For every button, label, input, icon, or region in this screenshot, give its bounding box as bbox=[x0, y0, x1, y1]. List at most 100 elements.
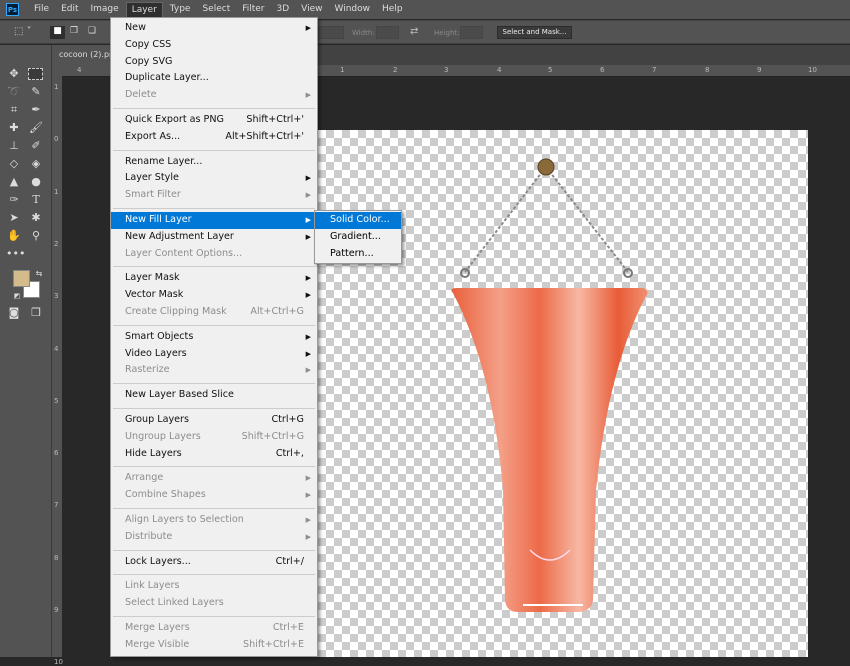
clone-stamp-icon[interactable]: ⊥ bbox=[6, 138, 22, 154]
move-tool-icon[interactable]: ✥ bbox=[6, 66, 22, 82]
menu-item-copy-svg[interactable]: Copy SVG bbox=[111, 54, 317, 71]
marquee-preset-icon[interactable]: ⬚ ˅ bbox=[14, 26, 38, 39]
ruler-label: 9 bbox=[54, 606, 59, 614]
eraser-tool-icon[interactable]: ◇ bbox=[6, 156, 22, 172]
menu-item-layer-style[interactable]: Layer Style ▶ bbox=[111, 170, 317, 187]
history-brush-icon[interactable]: ✐ bbox=[28, 138, 44, 154]
select-and-mask-button[interactable]: Select and Mask... bbox=[497, 26, 572, 39]
menu-separator bbox=[111, 321, 317, 329]
swap-colors-icon[interactable]: ⇆ bbox=[31, 266, 47, 282]
menu-help[interactable]: Help bbox=[377, 2, 408, 18]
marquee-tool-icon[interactable] bbox=[28, 68, 43, 80]
menu-image[interactable]: Image bbox=[86, 2, 124, 18]
submenu-arrow-icon: ▶ bbox=[305, 91, 311, 100]
width-input[interactable] bbox=[376, 26, 399, 39]
shortcut-label: Shift+Ctrl+' bbox=[246, 113, 304, 125]
new-fill-layer-submenu: Solid Color... Gradient... Pattern... bbox=[314, 210, 402, 264]
new-selection-icon[interactable]: ■ bbox=[50, 26, 65, 39]
eyedropper-tool-icon[interactable]: ✒ bbox=[28, 102, 44, 118]
brush-tool-icon[interactable]: 🖌 bbox=[28, 120, 44, 136]
type-tool-icon[interactable]: T bbox=[28, 192, 44, 208]
zoom-tool-icon[interactable]: ⚲ bbox=[28, 228, 44, 244]
menu-item-label: New Adjustment Layer bbox=[125, 230, 234, 242]
more-tools-icon[interactable]: ••• bbox=[6, 246, 25, 262]
menu-item-label: Merge Layers bbox=[125, 621, 190, 633]
shortcut-label: Shift+Ctrl+E bbox=[242, 638, 304, 650]
ruler-label: 5 bbox=[54, 396, 59, 405]
submenu-arrow-icon: ▶ bbox=[305, 366, 311, 375]
menu-filter[interactable]: Filter bbox=[237, 2, 269, 18]
menu-item-label: Merge Visible bbox=[125, 638, 190, 650]
menu-item-video-layers[interactable]: Video Layers ▶ bbox=[111, 346, 317, 363]
hand-tool-icon[interactable]: ✋ bbox=[6, 228, 22, 244]
pen-tool-icon[interactable]: ✑ bbox=[6, 192, 22, 208]
add-selection-icon[interactable]: ❐ bbox=[70, 26, 82, 39]
height-input[interactable] bbox=[460, 26, 483, 39]
menu-item-smart-filter: Smart Filter ▶ bbox=[111, 187, 317, 204]
menu-type[interactable]: Type bbox=[165, 2, 196, 18]
menu-item-copy-css[interactable]: Copy CSS bbox=[111, 37, 317, 54]
menu-item-rasterize: Rasterize ▶ bbox=[111, 362, 317, 379]
menu-item-label: Delete bbox=[125, 89, 157, 101]
menu-select[interactable]: Select bbox=[197, 2, 235, 18]
default-colors-icon[interactable]: ◩ bbox=[9, 288, 25, 304]
menu-item-delete: Delete ▶ bbox=[111, 87, 317, 104]
menu-item-quick-export-as-png[interactable]: Quick Export as PNG Shift+Ctrl+' bbox=[111, 112, 317, 129]
submenu-arrow-icon: ▶ bbox=[305, 491, 311, 500]
ruler-label: 4 bbox=[497, 66, 502, 74]
menu-item-link-layers: Link Layers bbox=[111, 578, 317, 595]
swap-icon[interactable]: ⇄ bbox=[410, 26, 418, 39]
menu-item-label: Hide Layers bbox=[125, 447, 182, 459]
quick-select-tool-icon[interactable]: ✎ bbox=[28, 84, 44, 100]
menu-item-smart-objects[interactable]: Smart Objects ▶ bbox=[111, 329, 317, 346]
menu-item-new-layer-based-slice[interactable]: New Layer Based Slice bbox=[111, 387, 317, 404]
menu-item-vector-mask[interactable]: Vector Mask ▶ bbox=[111, 287, 317, 304]
menu-3d[interactable]: 3D bbox=[272, 2, 295, 18]
submenu-arrow-icon: ▶ bbox=[305, 515, 311, 524]
screen-mode-icon[interactable]: ❒ bbox=[28, 305, 44, 321]
menu-item-lock-layers[interactable]: Lock Layers... Ctrl+/ bbox=[111, 554, 317, 571]
menu-item-layer-mask[interactable]: Layer Mask ▶ bbox=[111, 270, 317, 287]
menu-item-gradient[interactable]: Gradient... bbox=[315, 229, 401, 246]
foreground-color-swatch[interactable] bbox=[13, 270, 30, 287]
height-label: Height: bbox=[434, 29, 460, 37]
crop-tool-icon[interactable]: ⌗ bbox=[6, 102, 22, 118]
custom-shape-icon[interactable]: ✱ bbox=[28, 210, 44, 226]
chain bbox=[464, 166, 629, 273]
menu-edit[interactable]: Edit bbox=[56, 2, 83, 18]
menu-item-label: Select Linked Layers bbox=[125, 597, 224, 609]
menu-item-new-adjustment-layer[interactable]: New Adjustment Layer ▶ bbox=[111, 229, 317, 246]
paint-bucket-icon[interactable]: ◈ bbox=[28, 156, 44, 172]
ruler-label: 6 bbox=[54, 449, 59, 458]
ruler-label: 2 bbox=[393, 66, 398, 74]
menu-item-label: Copy CSS bbox=[125, 38, 172, 50]
menu-item-rename-layer[interactable]: Rename Layer... bbox=[111, 154, 317, 171]
menu-item-label: New Layer Based Slice bbox=[125, 389, 234, 401]
menu-item-pattern[interactable]: Pattern... bbox=[315, 246, 401, 263]
menu-item-label: Layer Mask bbox=[125, 272, 180, 284]
menu-separator bbox=[111, 379, 317, 387]
toolbox: ✥ ➰ ✎ ⌗ ✒ ✚ 🖌 ⊥ ✐ ◇ ◈ ▲ ● ✑ T ➤ ✱ ✋ ⚲ ••… bbox=[0, 45, 52, 657]
menu-item-solid-color[interactable]: Solid Color... bbox=[315, 212, 401, 229]
menu-item-export-as[interactable]: Export As... Alt+Shift+Ctrl+' bbox=[111, 129, 317, 146]
submenu-arrow-icon: ▶ bbox=[305, 232, 311, 241]
path-select-icon[interactable]: ➤ bbox=[6, 210, 22, 226]
dodge-tool-icon[interactable]: ● bbox=[28, 174, 44, 190]
quick-mask-icon[interactable]: ◙ bbox=[6, 305, 22, 321]
subtract-selection-icon[interactable]: ❏ bbox=[88, 26, 100, 39]
style-dropdown[interactable] bbox=[318, 26, 344, 39]
healing-brush-icon[interactable]: ✚ bbox=[6, 120, 22, 136]
menu-item-group-layers[interactable]: Group Layers Ctrl+G bbox=[111, 412, 317, 429]
lasso-tool-icon[interactable]: ➰ bbox=[6, 84, 22, 100]
menu-item-ungroup-layers: Ungroup Layers Shift+Ctrl+G bbox=[111, 429, 317, 446]
menu-item-label: Copy SVG bbox=[125, 55, 173, 67]
menu-window[interactable]: Window bbox=[330, 2, 376, 18]
menu-item-new-fill-layer[interactable]: New Fill Layer ▶ bbox=[111, 211, 317, 229]
menu-layer[interactable]: Layer bbox=[125, 1, 163, 18]
menu-item-new[interactable]: New ▶ bbox=[111, 20, 317, 37]
menu-view[interactable]: View bbox=[296, 2, 327, 18]
menu-item-duplicate-layer[interactable]: Duplicate Layer... bbox=[111, 70, 317, 87]
blur-tool-icon[interactable]: ▲ bbox=[6, 174, 22, 190]
menu-file[interactable]: File bbox=[29, 2, 54, 18]
menu-item-hide-layers[interactable]: Hide Layers Ctrl+, bbox=[111, 446, 317, 463]
